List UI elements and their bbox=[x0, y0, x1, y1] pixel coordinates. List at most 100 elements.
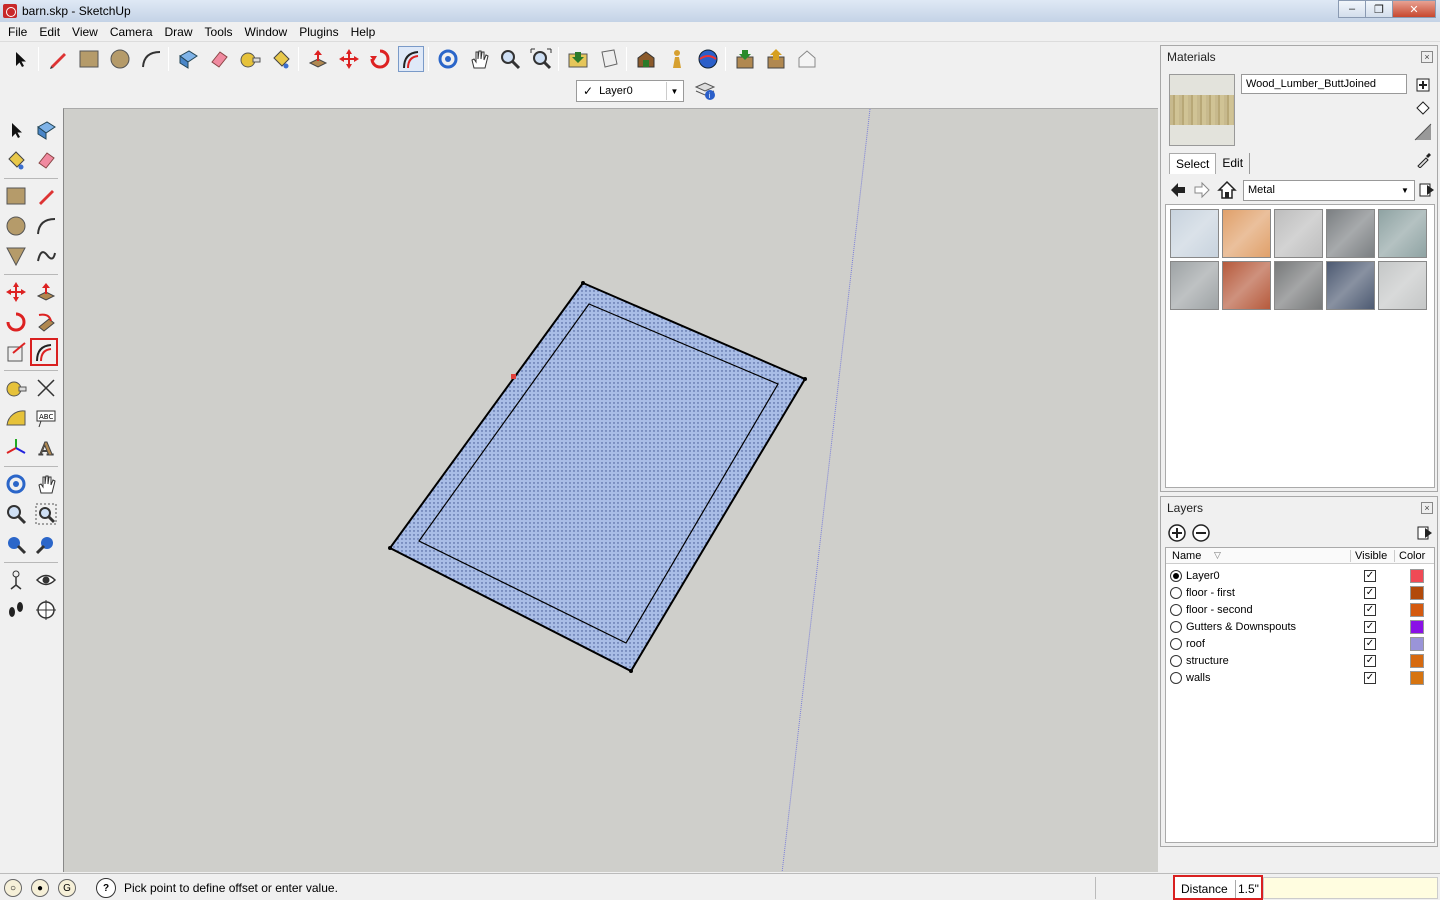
push-pull-button[interactable] bbox=[305, 46, 331, 72]
offset-tool-button[interactable] bbox=[398, 46, 424, 72]
default-material-button[interactable] bbox=[1413, 98, 1433, 118]
measurements-box[interactable]: Distance 1.5" bbox=[1173, 875, 1263, 900]
delete-layer-button[interactable] bbox=[1191, 523, 1211, 546]
orbit-tool-button[interactable] bbox=[435, 46, 461, 72]
layer-color-swatch[interactable] bbox=[1410, 637, 1424, 651]
material-swatch[interactable] bbox=[1274, 261, 1323, 310]
polygon-tool-left[interactable] bbox=[2, 242, 30, 270]
active-layer-radio[interactable] bbox=[1170, 655, 1182, 667]
select-tool-button[interactable] bbox=[7, 46, 33, 72]
layer-row[interactable]: walls ✓ bbox=[1166, 670, 1434, 687]
line-tool-button[interactable] bbox=[45, 46, 71, 72]
measurements-input-area[interactable] bbox=[1263, 877, 1438, 899]
section-plane-left[interactable] bbox=[32, 596, 60, 624]
previous-view-left[interactable] bbox=[2, 530, 30, 558]
text-tool-left[interactable]: ABC bbox=[32, 404, 60, 432]
column-visible[interactable]: Visible bbox=[1350, 550, 1387, 562]
material-swatch[interactable] bbox=[1378, 209, 1427, 258]
in-model-button[interactable] bbox=[1217, 180, 1237, 203]
eraser-tool-left[interactable] bbox=[32, 146, 60, 174]
close-button[interactable]: ✕ bbox=[1392, 0, 1436, 18]
model-viewport[interactable] bbox=[63, 108, 1158, 872]
layer-row[interactable]: roof ✓ bbox=[1166, 636, 1434, 653]
pan-left[interactable] bbox=[32, 470, 60, 498]
import-button[interactable] bbox=[732, 46, 758, 72]
tape-measure-button[interactable] bbox=[237, 46, 263, 72]
active-layer-radio[interactable] bbox=[1170, 587, 1182, 599]
material-swatch[interactable] bbox=[1378, 261, 1427, 310]
paint-bucket-button[interactable] bbox=[268, 46, 294, 72]
zoom-extents-button[interactable] bbox=[528, 46, 554, 72]
push-pull-left[interactable] bbox=[32, 278, 60, 306]
walk-left[interactable] bbox=[2, 596, 30, 624]
layer-color-swatch[interactable] bbox=[1410, 569, 1424, 583]
next-view-left[interactable] bbox=[32, 530, 60, 558]
freehand-tool-left[interactable] bbox=[32, 242, 60, 270]
layer-visible-checkbox[interactable]: ✓ bbox=[1364, 621, 1376, 633]
protractor-left[interactable] bbox=[2, 404, 30, 432]
layer-visible-checkbox[interactable]: ✓ bbox=[1364, 672, 1376, 684]
menu-camera[interactable]: Camera bbox=[104, 25, 159, 39]
material-swatch[interactable] bbox=[1222, 261, 1271, 310]
position-camera-left[interactable] bbox=[2, 566, 30, 594]
layer-row[interactable]: structure ✓ bbox=[1166, 653, 1434, 670]
rotate-tool-left[interactable] bbox=[2, 308, 30, 336]
rectangle-tool-left[interactable] bbox=[2, 182, 30, 210]
make-component-button[interactable] bbox=[175, 46, 201, 72]
create-material-button[interactable] bbox=[1413, 74, 1433, 94]
layer-color-swatch[interactable] bbox=[1410, 586, 1424, 600]
google-earth-button[interactable] bbox=[695, 46, 721, 72]
material-library-dropdown[interactable]: Metal ▼ bbox=[1243, 180, 1415, 201]
minimize-button[interactable]: – bbox=[1338, 0, 1366, 18]
geolocation-icon[interactable]: ○ bbox=[4, 879, 22, 897]
material-swatch[interactable] bbox=[1326, 261, 1375, 310]
layer-color-swatch[interactable] bbox=[1410, 654, 1424, 668]
layer-visible-checkbox[interactable]: ✓ bbox=[1364, 587, 1376, 599]
active-layer-radio[interactable] bbox=[1170, 621, 1182, 633]
sign-in-icon[interactable]: G bbox=[58, 879, 76, 897]
3d-text-left[interactable]: A bbox=[32, 434, 60, 462]
layer-color-swatch[interactable] bbox=[1410, 671, 1424, 685]
materials-close-button[interactable]: × bbox=[1421, 51, 1433, 63]
credits-icon[interactable]: ● bbox=[31, 879, 49, 897]
layer-color-swatch[interactable] bbox=[1410, 603, 1424, 617]
help-icon[interactable]: ? bbox=[96, 878, 116, 898]
restore-button[interactable]: ❐ bbox=[1365, 0, 1393, 18]
layer-row[interactable]: Gutters & Downspouts ✓ bbox=[1166, 619, 1434, 636]
active-layer-radio[interactable] bbox=[1170, 672, 1182, 684]
active-layer-radio[interactable] bbox=[1170, 570, 1182, 582]
layer-color-swatch[interactable] bbox=[1410, 620, 1424, 634]
zoom-tool-button[interactable] bbox=[497, 46, 523, 72]
tab-select[interactable]: Select bbox=[1169, 153, 1217, 174]
material-name-field[interactable]: Wood_Lumber_ButtJoined bbox=[1241, 74, 1407, 94]
export-button[interactable] bbox=[763, 46, 789, 72]
menu-file[interactable]: File bbox=[2, 25, 33, 39]
current-layer-dropdown[interactable]: ✓ Layer0 ▼ bbox=[576, 80, 684, 102]
layers-details-button[interactable] bbox=[1417, 524, 1433, 545]
orbit-left[interactable] bbox=[2, 470, 30, 498]
move-tool-button[interactable] bbox=[336, 46, 362, 72]
selected-face[interactable] bbox=[388, 281, 807, 673]
look-around-left[interactable] bbox=[32, 566, 60, 594]
menu-help[interactable]: Help bbox=[345, 25, 382, 39]
vcb-value[interactable]: 1.5" bbox=[1235, 880, 1261, 898]
menu-window[interactable]: Window bbox=[239, 25, 294, 39]
menu-view[interactable]: View bbox=[66, 25, 104, 39]
layers-close-button[interactable]: × bbox=[1421, 502, 1433, 514]
circle-tool-left[interactable] bbox=[2, 212, 30, 240]
previous-view-button[interactable] bbox=[565, 46, 591, 72]
menu-plugins[interactable]: Plugins bbox=[293, 25, 344, 39]
menu-tools[interactable]: Tools bbox=[199, 25, 239, 39]
zoom-left[interactable] bbox=[2, 500, 30, 528]
axes-tool-left[interactable] bbox=[2, 434, 30, 462]
component-tool-left[interactable] bbox=[32, 116, 60, 144]
active-layer-radio[interactable] bbox=[1170, 604, 1182, 616]
circle-tool-button[interactable] bbox=[107, 46, 133, 72]
material-swatch[interactable] bbox=[1222, 209, 1271, 258]
menu-edit[interactable]: Edit bbox=[33, 25, 66, 39]
add-layer-button[interactable] bbox=[1167, 523, 1187, 546]
back-button[interactable] bbox=[1169, 181, 1187, 202]
arc-tool-button[interactable] bbox=[138, 46, 164, 72]
place-model-button[interactable] bbox=[664, 46, 690, 72]
share-model-button[interactable] bbox=[596, 46, 622, 72]
